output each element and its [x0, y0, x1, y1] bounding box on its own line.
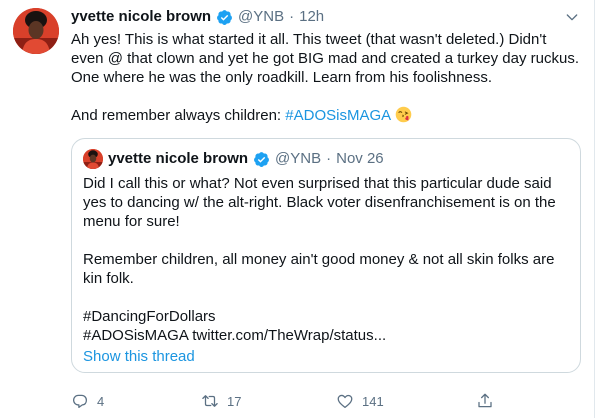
- quoted-text-paragraph: #DancingForDollars #ADOSisMAGA twitter.co…: [83, 307, 573, 345]
- separator-dot: ·: [326, 150, 332, 167]
- separator-dot: ·: [289, 8, 295, 25]
- quoted-text-paragraph: Remember children, all money ain't good …: [83, 251, 555, 287]
- quoted-tweet-header: yvette nicole brown @YNB · Nov 26: [83, 149, 384, 169]
- quoted-avatar-image: [83, 149, 103, 169]
- quoted-text-paragraph: Did I call this or what? Not even surpri…: [83, 175, 556, 230]
- share-button[interactable]: [476, 392, 494, 410]
- share-icon: [478, 393, 492, 408]
- quoted-avatar: [83, 149, 103, 169]
- handle[interactable]: @YNB: [238, 7, 284, 27]
- quoted-tweet-text: Did I call this or what? Not even surpri…: [83, 174, 573, 345]
- retweet-button[interactable]: 17: [201, 392, 336, 410]
- show-thread-link[interactable]: Show this thread: [83, 347, 195, 366]
- chevron-down-icon[interactable]: [564, 9, 580, 25]
- tweet-header: yvette nicole brown @YNB · 12h: [71, 7, 324, 27]
- retweet-icon: [202, 395, 218, 407]
- quoted-handle: @YNB: [275, 150, 322, 167]
- tweet-text: Ah yes! This is what started it all. Thi…: [71, 30, 581, 125]
- reply-icon: [72, 394, 88, 409]
- quoted-tweet[interactable]: yvette nicole brown @YNB · Nov 26 Did I …: [71, 138, 581, 373]
- tweet-text-paragraph: And remember always children: #ADOSisMAG…: [71, 106, 581, 125]
- tweet-text-prefix: And remember always children:: [71, 107, 286, 124]
- quoted-date: Nov 26: [336, 150, 384, 167]
- avatar[interactable]: [13, 8, 59, 54]
- kiss-emoji-icon: [395, 106, 412, 123]
- reply-button[interactable]: 4: [71, 392, 201, 410]
- verified-badge-icon: [254, 151, 269, 167]
- quoted-display-name: yvette nicole brown: [108, 150, 249, 167]
- tweet-text-paragraph: Ah yes! This is what started it all. Thi…: [71, 31, 580, 86]
- tweet: yvette nicole brown @YNB · 12h Ah yes! T…: [0, 0, 595, 418]
- like-count: 141: [362, 393, 384, 409]
- quoted-hashtag-line: #DancingForDollars: [83, 308, 216, 325]
- retweet-count: 17: [227, 393, 242, 409]
- avatar-image: [13, 8, 59, 54]
- heart-icon: [337, 394, 353, 409]
- quoted-hashtag-link-line: #ADOSisMAGA twitter.com/TheWrap/status..…: [83, 327, 387, 344]
- timestamp[interactable]: 12h: [299, 7, 324, 27]
- verified-badge-icon: [217, 9, 232, 25]
- like-button[interactable]: 141: [336, 392, 476, 410]
- tweet-actions: 4 17 141: [71, 392, 581, 410]
- hashtag-link[interactable]: #ADOSisMAGA: [285, 107, 391, 124]
- reply-count: 4: [97, 393, 105, 409]
- display-name[interactable]: yvette nicole brown: [71, 7, 211, 27]
